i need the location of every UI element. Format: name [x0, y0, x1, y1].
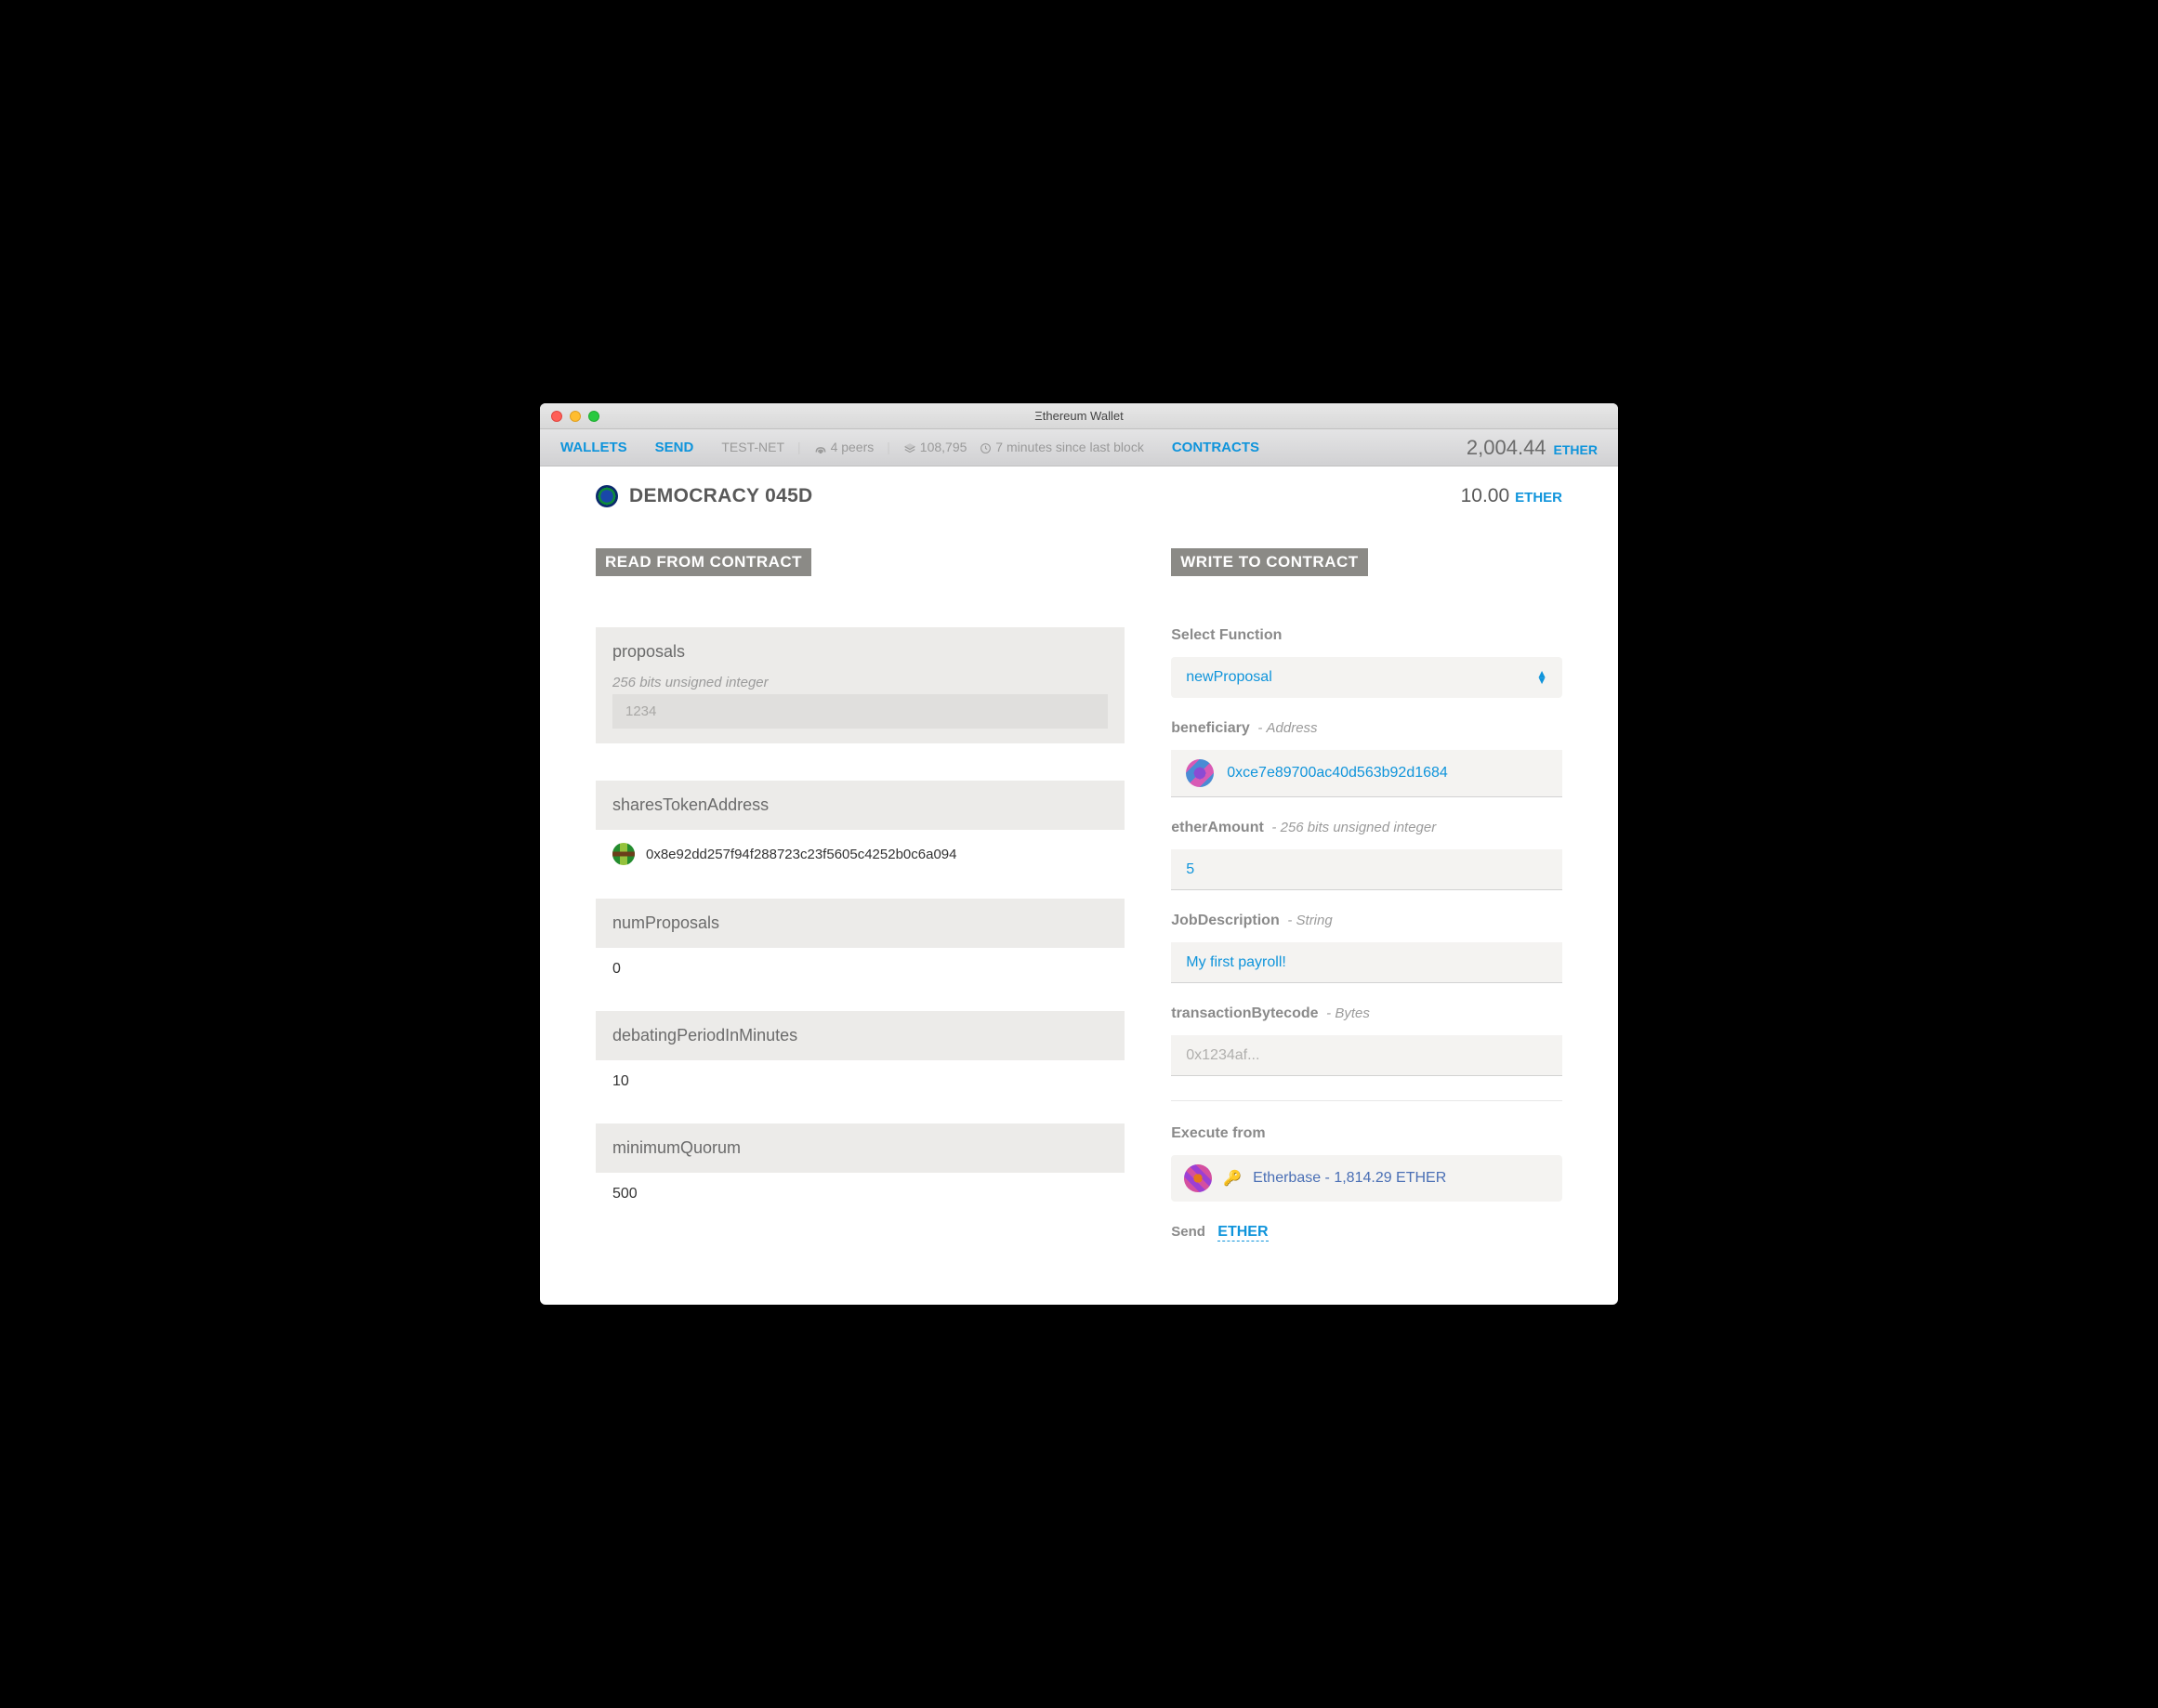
- param-label: transactionBytecode: [1171, 1005, 1318, 1021]
- bytecode-input[interactable]: [1186, 1047, 1547, 1064]
- total-balance: 2,004.44 ETHER: [1467, 436, 1598, 460]
- chevron-updown-icon: ▲▼: [1536, 671, 1547, 684]
- separator: |: [887, 440, 890, 454]
- time-since-block: 7 minutes since last block: [980, 440, 1143, 454]
- field-value: 500: [596, 1173, 1125, 1215]
- window-controls: [540, 411, 599, 422]
- field-type: 256 bits unsigned integer: [612, 675, 1108, 690]
- param-type: Bytes: [1335, 1005, 1370, 1021]
- write-section-title: WRITE TO CONTRACT: [1171, 548, 1367, 576]
- execute-from-select[interactable]: 🔑 Etherbase - 1,814.29 ETHER: [1171, 1155, 1562, 1202]
- address-identicon: [1186, 759, 1214, 787]
- read-field-debating-period: debatingPeriodInMinutes 10: [596, 1011, 1125, 1103]
- key-icon: 🔑: [1223, 1169, 1242, 1188]
- nav-contracts[interactable]: CONTRACTS: [1172, 440, 1259, 455]
- network-status: TEST-NET | 4 peers | 108,795 7 minutes s…: [721, 440, 1143, 454]
- read-field-num-proposals: numProposals 0: [596, 899, 1125, 991]
- send-ether-group: Send ETHER: [1171, 1224, 1562, 1241]
- send-label: Send: [1171, 1224, 1205, 1240]
- param-transaction-bytecode: transactionBytecode - Bytes: [1171, 1005, 1562, 1076]
- contract-header: DEMOCRACY 045D 10.00 ETHER: [596, 485, 1562, 507]
- ether-amount-input[interactable]: [1186, 861, 1547, 878]
- select-function-label: Select Function: [1171, 627, 1562, 644]
- account-identicon: [1184, 1164, 1212, 1192]
- read-column: READ FROM CONTRACT proposals 256 bits un…: [596, 548, 1125, 1268]
- field-name: debatingPeriodInMinutes: [612, 1026, 1108, 1045]
- param-label: beneficiary: [1171, 720, 1249, 736]
- function-select[interactable]: newProposal ▲▼: [1171, 657, 1562, 698]
- address-identicon: [612, 843, 635, 865]
- separator: |: [797, 440, 801, 454]
- read-section-title: READ FROM CONTRACT: [596, 548, 811, 576]
- zoom-window-button[interactable]: [588, 411, 599, 422]
- beneficiary-input-row[interactable]: [1171, 750, 1562, 797]
- layers-icon: [903, 442, 916, 455]
- param-type: String: [1296, 913, 1333, 928]
- ether-amount-input-row[interactable]: [1171, 849, 1562, 890]
- param-type: 256 bits unsigned integer: [1281, 820, 1437, 835]
- proposals-input[interactable]: [612, 694, 1108, 729]
- selected-function: newProposal: [1186, 669, 1272, 686]
- contract-balance: 10.00 ETHER: [1461, 485, 1562, 507]
- job-description-input[interactable]: [1186, 954, 1547, 971]
- read-field-shares-token-address: sharesTokenAddress 0x8e92dd257f94f288723…: [596, 781, 1125, 878]
- nav-send[interactable]: SEND: [655, 440, 694, 455]
- block-number: 108,795: [903, 440, 967, 454]
- contract-balance-unit: ETHER: [1515, 490, 1562, 506]
- app-window: Ξthereum Wallet WALLETS SEND TEST-NET | …: [540, 403, 1618, 1305]
- read-field-minimum-quorum: minimumQuorum 500: [596, 1123, 1125, 1215]
- content-area: READ FROM CONTRACT proposals 256 bits un…: [540, 533, 1618, 1305]
- contract-name: DEMOCRACY 045D: [629, 485, 813, 507]
- window-title: Ξthereum Wallet: [540, 409, 1618, 423]
- field-name: numProposals: [612, 913, 1108, 933]
- contract-balance-amount: 10.00: [1461, 485, 1510, 507]
- param-ether-amount: etherAmount - 256 bits unsigned integer: [1171, 820, 1562, 890]
- peers-status: 4 peers: [814, 440, 875, 454]
- field-name: minimumQuorum: [612, 1138, 1108, 1158]
- read-field-proposals: proposals 256 bits unsigned integer: [596, 627, 1125, 743]
- clock-icon: [980, 442, 992, 454]
- balance-unit: ETHER: [1554, 442, 1598, 457]
- execute-from-value: Etherbase - 1,814.29 ETHER: [1253, 1170, 1446, 1187]
- param-beneficiary: beneficiary - Address: [1171, 720, 1562, 797]
- send-unit-dropdown[interactable]: ETHER: [1217, 1224, 1268, 1242]
- address-value: 0x8e92dd257f94f288723c23f5605c4252b0c6a0…: [646, 847, 956, 862]
- field-value: 0: [596, 948, 1125, 991]
- field-name: proposals: [612, 642, 1108, 662]
- param-label: etherAmount: [1171, 820, 1264, 835]
- execute-from-group: Execute from 🔑 Etherbase - 1,814.29 ETHE…: [1171, 1125, 1562, 1202]
- divider: [1171, 1100, 1562, 1101]
- signal-icon: [814, 442, 827, 455]
- field-value: 10: [596, 1060, 1125, 1103]
- minimize-window-button[interactable]: [570, 411, 581, 422]
- bytecode-input-row[interactable]: [1171, 1035, 1562, 1076]
- contract-identity: DEMOCRACY 045D: [596, 485, 813, 507]
- titlebar: Ξthereum Wallet: [540, 403, 1618, 429]
- job-description-input-row[interactable]: [1171, 942, 1562, 983]
- nav-wallets[interactable]: WALLETS: [560, 440, 627, 455]
- contract-identicon: [596, 485, 618, 507]
- testnet-label: TEST-NET: [721, 440, 784, 454]
- beneficiary-input[interactable]: [1227, 765, 1547, 782]
- write-column: WRITE TO CONTRACT Select Function newPro…: [1171, 548, 1562, 1268]
- param-label: JobDescription: [1171, 913, 1279, 928]
- param-job-description: JobDescription - String: [1171, 913, 1562, 983]
- execute-from-label: Execute from: [1171, 1125, 1562, 1142]
- close-window-button[interactable]: [551, 411, 562, 422]
- navbar: WALLETS SEND TEST-NET | 4 peers | 108,79…: [540, 429, 1618, 466]
- field-name: sharesTokenAddress: [612, 795, 1108, 815]
- balance-amount: 2,004.44: [1467, 436, 1546, 460]
- param-type: Address: [1267, 720, 1318, 736]
- function-selector-group: Select Function newProposal ▲▼: [1171, 627, 1562, 698]
